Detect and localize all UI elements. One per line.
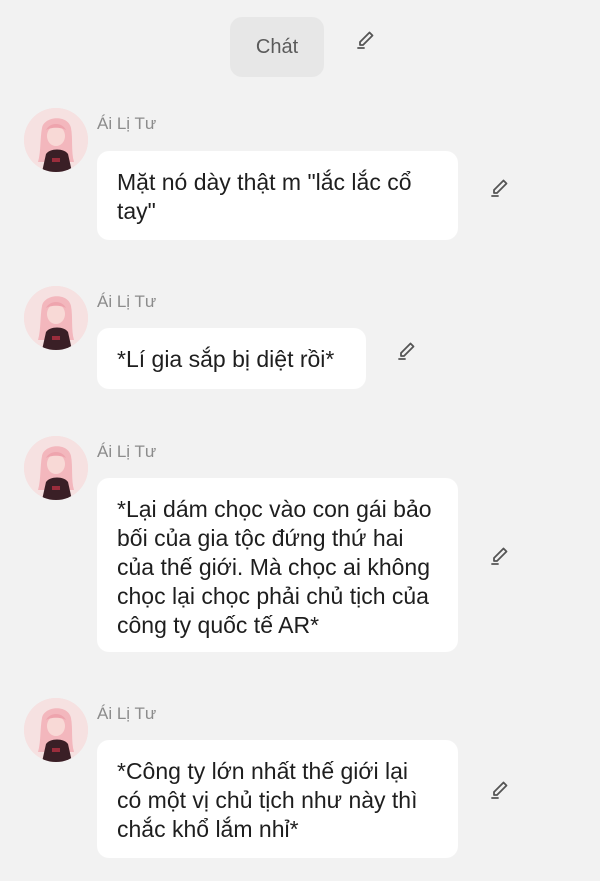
avatar[interactable] [24,436,88,500]
edit-icon[interactable] [488,176,512,200]
avatar[interactable] [24,698,88,762]
edit-icon[interactable] [488,778,512,802]
message-bubble[interactable]: *Công ty lớn nhất thế giới lại có một vị… [97,740,458,858]
sender-name: Ái Lị Tư [97,442,157,461]
sender-name: Ái Lị Tư [97,704,157,723]
edit-icon[interactable] [488,544,512,568]
chat-mode-chip[interactable]: Chát [230,17,324,77]
message-bubble[interactable]: *Lí gia sắp bị diệt rồi* [97,328,366,389]
edit-icon[interactable] [354,28,378,52]
message-bubble[interactable]: *Lại dám chọc vào con gái bảo bối của gi… [97,478,458,652]
sender-name: Ái Lị Tư [97,292,157,311]
chat-mode-label: Chát [255,35,299,58]
avatar[interactable] [24,286,88,350]
avatar[interactable] [24,108,88,172]
edit-icon[interactable] [395,339,419,363]
message-bubble[interactable]: Mặt nó dày thật m "lắc lắc cổ tay" [97,151,458,240]
sender-name: Ái Lị Tư [97,114,157,133]
